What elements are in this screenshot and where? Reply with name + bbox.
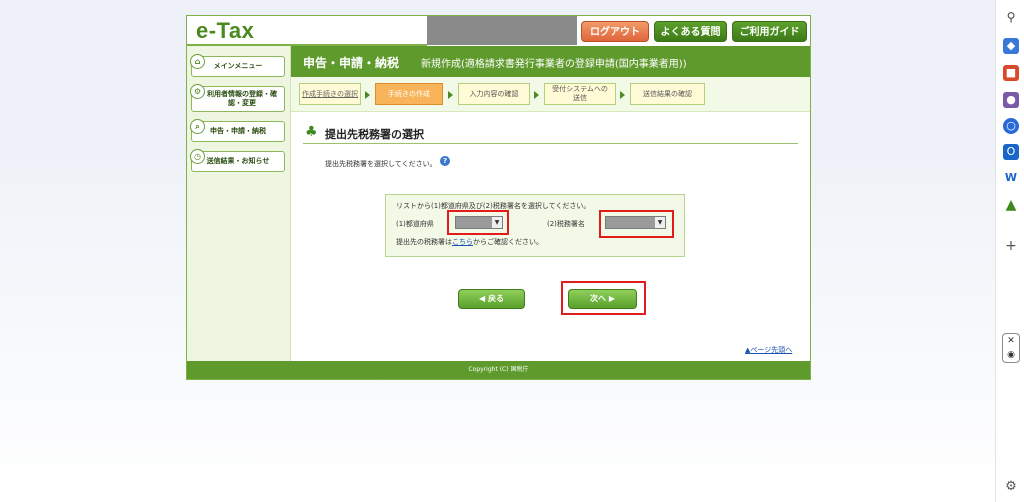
search-icon[interactable]: ⚲ bbox=[1003, 9, 1019, 25]
office-label: (2)税務署名 bbox=[547, 220, 585, 228]
highlight-next bbox=[561, 281, 646, 315]
tree-icon[interactable]: ▲ bbox=[1003, 197, 1019, 213]
office-lookup-link[interactable]: こちら bbox=[452, 238, 473, 246]
office-selection-box: リストから(1)都道府県及び(2)税務署名を選択してください。 (1)都道府県 … bbox=[385, 194, 685, 257]
page-subtitle: 新規作成(適格請求書発行事業者の登録申請(国内事業者用)) bbox=[421, 59, 687, 70]
home-icon: ⌂ bbox=[190, 54, 205, 69]
step-arrow bbox=[448, 91, 453, 99]
back-button[interactable]: ◀ 戻る bbox=[458, 289, 525, 309]
gear-icon[interactable]: ⚙ bbox=[1003, 479, 1019, 495]
outlook-icon[interactable]: O bbox=[1003, 144, 1019, 160]
add-icon[interactable]: + bbox=[1003, 238, 1019, 254]
title-bar: 申告・申請・納税 新規作成(適格請求書発行事業者の登録申請(国内事業者用)) bbox=[291, 46, 810, 77]
step-bar: 作成手続きの選択 手続きの作成 入力内容の確認 受付システムへの送信 送信結果の… bbox=[291, 77, 810, 112]
back-label: 戻る bbox=[487, 294, 504, 303]
nav-label: 利用者情報の登録・確認・変更 bbox=[207, 90, 277, 107]
step-arrow bbox=[620, 91, 625, 99]
step-confirm: 入力内容の確認 bbox=[458, 83, 530, 105]
note-text: からご確認ください。 bbox=[473, 238, 543, 246]
office-note: 提出先の税務署はこちらからご確認ください。 bbox=[396, 237, 543, 247]
instruction-text: 提出先税務署を選択してください。 bbox=[325, 160, 437, 168]
people-icon[interactable]: ● bbox=[1003, 92, 1019, 108]
clock-icon: ◷ bbox=[190, 149, 205, 164]
wordweb-icon[interactable]: W bbox=[1003, 170, 1019, 186]
step-send: 受付システムへの送信 bbox=[544, 83, 616, 105]
nav-label: 申告・申請・納税 bbox=[210, 127, 266, 135]
close-panel-icon[interactable]: ✕ ◉ bbox=[1002, 333, 1020, 363]
logout-button[interactable]: ログアウト bbox=[581, 21, 649, 42]
step-result: 送信結果の確認 bbox=[630, 83, 705, 105]
guide-button[interactable]: ご利用ガイド bbox=[732, 21, 807, 42]
faq-button[interactable]: よくある質問 bbox=[654, 21, 727, 42]
header: e-Tax ログアウト よくある質問 ご利用ガイド bbox=[187, 16, 810, 46]
toolbox-icon[interactable]: ■ bbox=[1003, 65, 1019, 81]
back-arrow-icon: ◀ bbox=[479, 294, 488, 303]
section-title: 提出先税務署の選択 bbox=[325, 128, 424, 141]
page-title: 申告・申請・納税 bbox=[303, 56, 400, 70]
page-top-link[interactable]: ▲ページ先頭へ bbox=[745, 345, 792, 355]
nav-label: メインメニュー bbox=[213, 62, 263, 70]
page-top-label: ページ先頭へ bbox=[750, 346, 793, 354]
highlight-office bbox=[599, 210, 674, 238]
highlight-prefecture bbox=[447, 210, 509, 235]
copilot-icon[interactable]: ○ bbox=[1003, 118, 1019, 134]
note-text: 提出先の税務署は bbox=[396, 238, 452, 246]
help-icon[interactable]: ? bbox=[440, 156, 450, 166]
step-arrow bbox=[365, 91, 370, 99]
etax-logo[interactable]: e-Tax bbox=[196, 18, 254, 44]
nav-filing[interactable]: ⌕ 申告・申請・納税 bbox=[190, 119, 285, 142]
nav-label: 送信結果・お知らせ bbox=[206, 157, 270, 165]
nav-user-info[interactable]: ⚙ 利用者情報の登録・確認・変更 bbox=[190, 84, 285, 112]
user-settings-icon: ⚙ bbox=[190, 84, 205, 99]
browser-sidebar: ⚲ ◆ ■ ● ○ O W ▲ + ✕ ◉ ⚙ bbox=[995, 0, 1024, 502]
nav-main-menu[interactable]: ⌂ メインメニュー bbox=[190, 54, 285, 77]
clover-icon: ♣ bbox=[305, 124, 318, 140]
step-create: 手続きの作成 bbox=[375, 83, 443, 105]
filing-icon: ⌕ bbox=[190, 119, 205, 134]
prefecture-label: (1)都道府県 bbox=[396, 220, 434, 228]
nav-results[interactable]: ◷ 送信結果・お知らせ bbox=[190, 149, 285, 172]
tag-icon[interactable]: ◆ bbox=[1003, 38, 1019, 54]
section-header: ♣ 提出先税務署の選択 bbox=[303, 122, 798, 144]
step-select-procedure[interactable]: 作成手続きの選択 bbox=[299, 83, 361, 105]
etax-frame: e-Tax ログアウト よくある質問 ご利用ガイド ⌂ メインメニュー ⚙ 利用… bbox=[186, 15, 811, 380]
left-nav: ⌂ メインメニュー ⚙ 利用者情報の登録・確認・変更 ⌕ 申告・申請・納税 ◷ … bbox=[187, 46, 291, 361]
masked-user-info bbox=[427, 16, 577, 45]
footer-copyright: Copyright (C) 国税庁 bbox=[187, 361, 810, 379]
step-arrow bbox=[534, 91, 539, 99]
